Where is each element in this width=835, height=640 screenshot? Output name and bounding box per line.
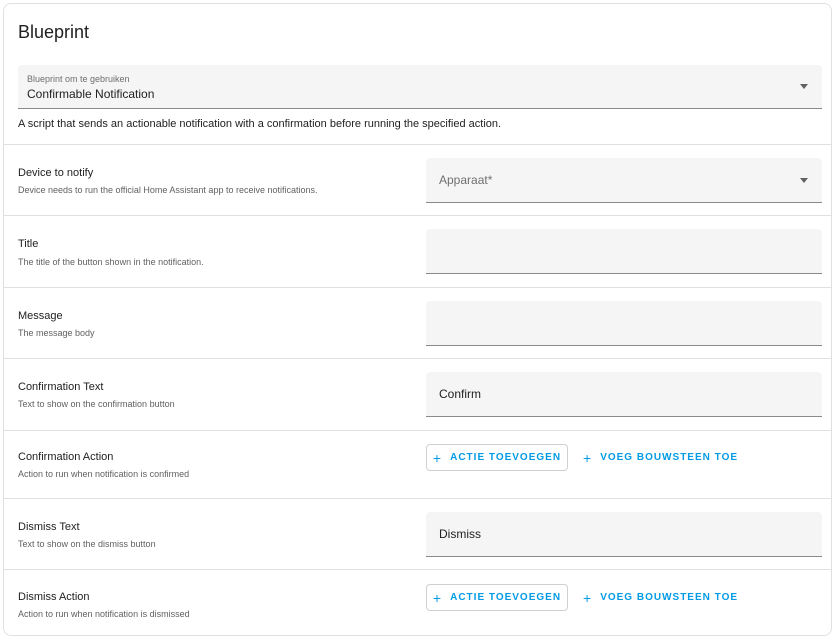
- add-building-block-label: VOEG BOUWSTEEN TOE: [600, 592, 739, 603]
- plus-icon: +: [583, 449, 593, 466]
- device-to-notify-hint: Device needs to run the official Home As…: [18, 185, 318, 195]
- divider: [4, 498, 831, 499]
- add-building-block-button[interactable]: + VOEG BOUWSTEEN TOE: [579, 584, 742, 611]
- divider: [4, 358, 831, 359]
- add-action-button[interactable]: + ACTIE TOEVOEGEN: [426, 444, 568, 471]
- divider: [4, 215, 831, 216]
- divider: [4, 287, 831, 288]
- device-select-placeholder: Apparaat*: [439, 173, 493, 187]
- divider: [4, 144, 831, 145]
- message-hint: The message body: [18, 328, 95, 338]
- plus-icon: +: [432, 449, 443, 466]
- title-label: Title: [18, 238, 39, 250]
- confirmation-text-input[interactable]: Confirm: [426, 372, 822, 417]
- title-input[interactable]: [426, 229, 822, 274]
- device-select[interactable]: Apparaat*: [426, 158, 822, 203]
- divider: [4, 569, 831, 570]
- dismiss-text-label: Dismiss Text: [18, 521, 80, 533]
- confirmation-text-value: Confirm: [439, 387, 482, 401]
- dismiss-action-label: Dismiss Action: [18, 591, 90, 603]
- add-action-label: ACTIE TOEVOEGEN: [450, 592, 562, 603]
- message-input[interactable]: [426, 301, 822, 346]
- add-building-block-button[interactable]: + VOEG BOUWSTEEN TOE: [579, 444, 742, 471]
- add-action-label: ACTIE TOEVOEGEN: [450, 452, 562, 463]
- add-building-block-label: VOEG BOUWSTEEN TOE: [600, 452, 739, 463]
- message-label: Message: [18, 310, 63, 322]
- divider: [4, 430, 831, 431]
- add-action-button[interactable]: + ACTIE TOEVOEGEN: [426, 584, 568, 611]
- device-to-notify-label: Device to notify: [18, 167, 94, 179]
- dismiss-text-input[interactable]: Dismiss: [426, 512, 822, 557]
- confirmation-text-label: Confirmation Text: [18, 381, 104, 393]
- plus-icon: +: [432, 589, 443, 606]
- dismiss-text-value: Dismiss: [439, 527, 481, 541]
- card-title: Blueprint: [18, 22, 90, 42]
- confirmation-text-hint: Text to show on the confirmation button: [18, 399, 175, 409]
- chevron-down-icon: [800, 178, 808, 183]
- blueprint-description: A script that sends an actionable notifi…: [18, 118, 502, 130]
- blueprint-select-label: Blueprint om te gebruiken: [27, 74, 130, 84]
- blueprint-select[interactable]: Blueprint om te gebruiken Confirmable No…: [18, 65, 822, 109]
- blueprint-select-value: Confirmable Notification: [27, 87, 155, 101]
- dismiss-action-hint: Action to run when notification is dismi…: [18, 609, 190, 619]
- chevron-down-icon: [800, 84, 808, 89]
- title-hint: The title of the button shown in the not…: [18, 257, 204, 267]
- blueprint-card: Blueprint Blueprint om te gebruiken Conf…: [3, 3, 832, 636]
- plus-icon: +: [583, 589, 593, 606]
- confirmation-action-hint: Action to run when notification is confi…: [18, 469, 190, 479]
- confirmation-action-label: Confirmation Action: [18, 451, 114, 463]
- dismiss-text-hint: Text to show on the dismiss button: [18, 539, 156, 549]
